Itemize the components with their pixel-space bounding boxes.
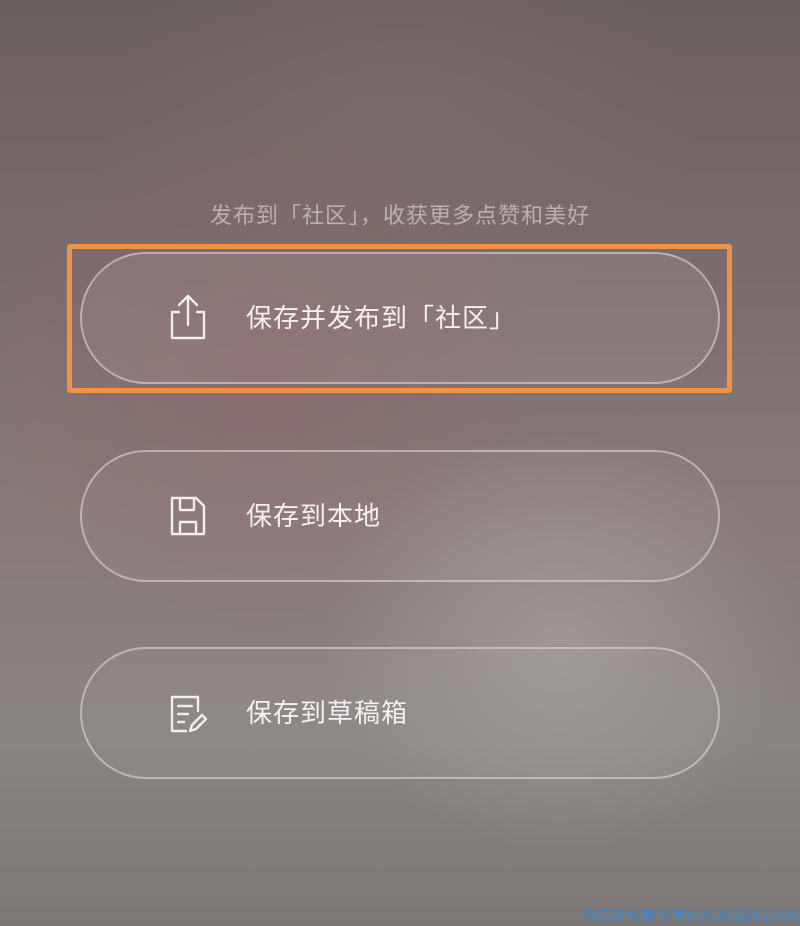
- save-and-publish-button[interactable]: 保存并发布到「社区」: [80, 252, 720, 384]
- watermark-text: 番茄联盟聚创营团队邀请码1688: [581, 907, 800, 925]
- save-to-drafts-button[interactable]: 保存到草稿箱: [80, 647, 720, 779]
- save-to-drafts-label: 保存到草稿箱: [246, 699, 409, 729]
- save-and-publish-label: 保存并发布到「社区」: [246, 304, 517, 334]
- publish-prompt-subtitle: 发布到「社区」，收获更多点赞和美好: [209, 204, 590, 229]
- draft-edit-icon: [170, 695, 208, 733]
- save-to-local-button[interactable]: 保存到本地: [80, 450, 720, 582]
- share-upload-icon: [170, 294, 206, 340]
- floppy-save-icon: [170, 496, 206, 536]
- save-to-local-label: 保存到本地: [246, 502, 382, 532]
